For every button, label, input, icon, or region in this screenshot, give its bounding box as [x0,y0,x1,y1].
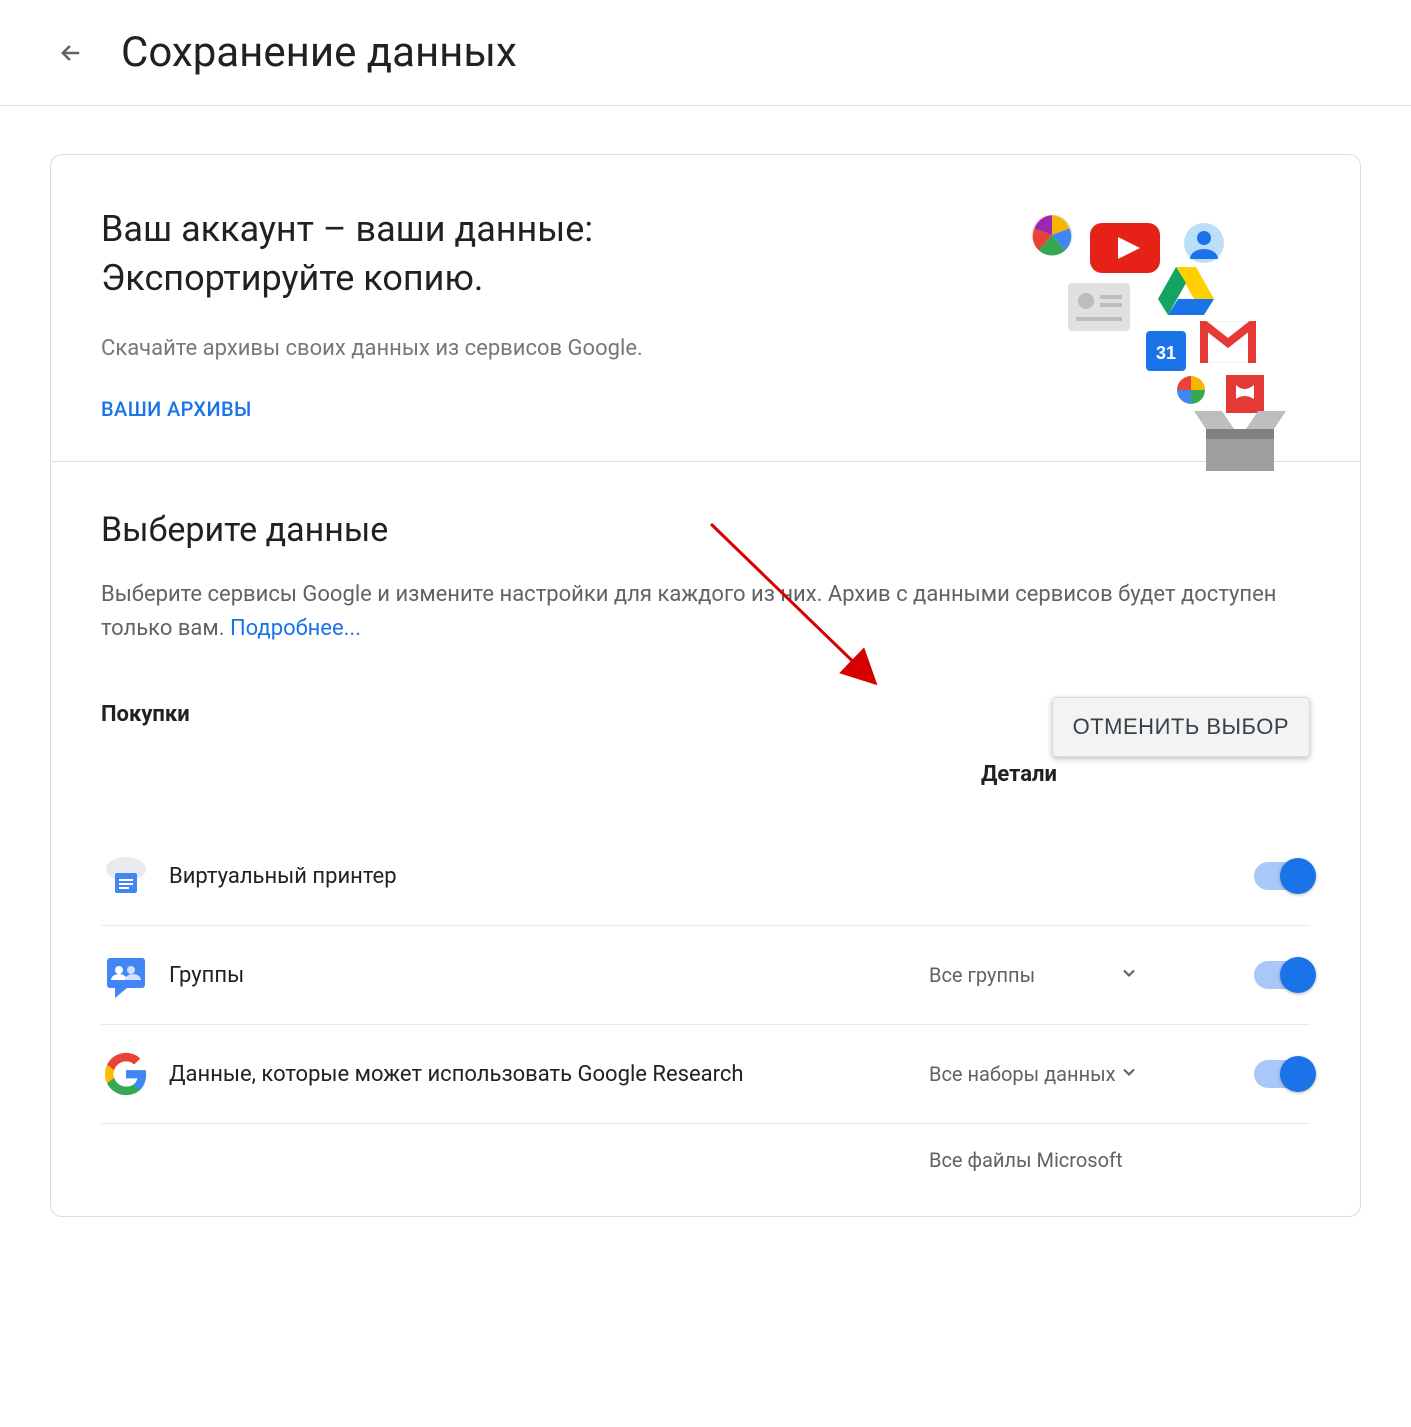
service-detail-dropdown[interactable]: Все наборы данных [929,1062,1159,1087]
service-row-research: Данные, которые может использовать Googl… [101,1025,1310,1124]
deselect-all-button[interactable]: ОТМЕНИТЬ ВЫБОР [1052,697,1310,757]
chevron-down-icon [1119,1062,1139,1087]
picasa-icon [1030,213,1074,262]
intro-subtitle: Скачайте архивы своих данных из сервисов… [101,336,990,361]
groups-icon [101,950,151,1000]
intro-illustration: 31 [990,205,1310,421]
main-card: Ваш аккаунт – ваши данные: Экспортируйте… [50,154,1361,1217]
intro-section: Ваш аккаунт – ваши данные: Экспортируйте… [51,155,1360,462]
service-name: Группы [169,963,929,988]
service-name: Виртуальный принтер [169,864,929,889]
youtube-icon [1090,223,1160,278]
service-detail-text: Все наборы данных [929,1062,1116,1086]
drive-icon [1158,267,1214,320]
service-row-partial: Все файлы Microsoft [101,1124,1310,1216]
select-title: Выберите данные [101,510,1310,550]
chevron-down-icon [1119,963,1139,988]
select-data-section: Выберите данные Выберите сервисы Google … [51,462,1360,1216]
gmail-icon [1200,321,1256,368]
contacts-icon [1068,283,1130,336]
calendar-icon: 31 [1146,331,1186,376]
col-details-header: Детали [981,762,1057,787]
service-icon-placeholder [101,1148,151,1198]
service-toggle[interactable] [1254,1060,1310,1088]
select-description: Выберите сервисы Google и измените настр… [101,578,1310,646]
intro-text: Ваш аккаунт – ваши данные: Экспортируйте… [101,205,990,421]
intro-title: Ваш аккаунт – ваши данные: Экспортируйте… [101,205,990,302]
your-archives-link[interactable]: ВАШИ АРХИВЫ [101,397,252,421]
google-g-icon [101,1049,151,1099]
avatar-icon [1184,223,1224,268]
col-product-header: Покупки [101,702,981,727]
service-toggle[interactable] [1254,961,1310,989]
back-arrow-icon[interactable] [55,37,87,69]
service-detail-text: Все группы [929,963,1035,987]
service-detail-dropdown[interactable]: Все файлы Microsoft [929,1148,1159,1172]
intro-title-line2: Экспортируйте копию. [101,257,483,299]
learn-more-link[interactable]: Подробнее... [230,616,361,641]
service-list: Виртуальный принтер Группы [101,827,1310,1216]
intro-title-line1: Ваш аккаунт – ваши данные: [101,208,593,250]
service-name: Данные, которые может использовать Googl… [169,1062,929,1087]
service-toggle[interactable] [1254,862,1310,890]
service-detail-dropdown[interactable]: Все группы [929,963,1159,988]
svg-text:31: 31 [1156,343,1176,363]
app-header: Сохранение данных [0,0,1411,106]
cloud-print-icon [101,851,151,901]
service-row-cloud-print: Виртуальный принтер [101,827,1310,926]
service-detail-text: Все файлы Microsoft [929,1148,1123,1172]
column-headers: Покупки ОТМЕНИТЬ ВЫБОР Детали [101,702,1310,727]
page-title: Сохранение данных [121,28,517,77]
service-row-groups: Группы Все группы [101,926,1310,1025]
